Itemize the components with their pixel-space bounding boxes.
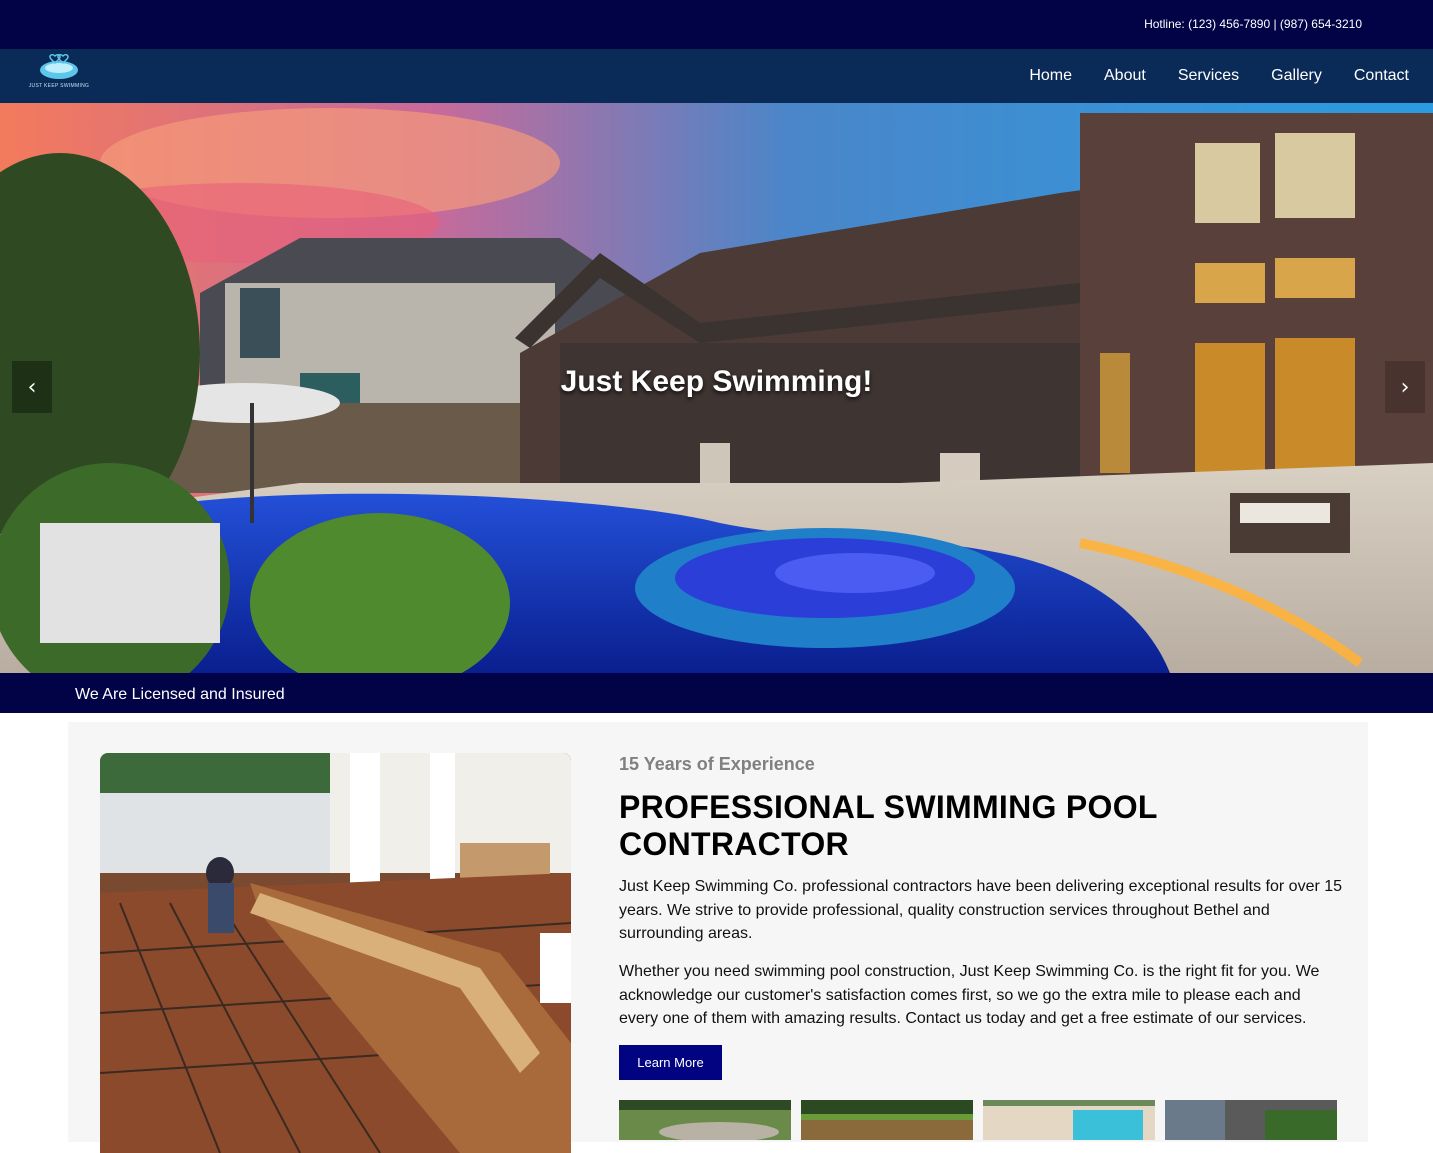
- primary-nav: Home About Services Gallery Contact: [1029, 49, 1409, 103]
- nav-about[interactable]: About: [1104, 67, 1146, 85]
- carousel-next-button[interactable]: ›: [1385, 361, 1425, 413]
- pool-heart-logo-icon: [40, 54, 78, 79]
- hotline-text: Hotline: (123) 456-7890 | (987) 654-3210: [1144, 17, 1362, 31]
- nav-home[interactable]: Home: [1029, 67, 1072, 85]
- logo-text: JUST KEEP SWIMMING: [28, 83, 90, 89]
- license-text: We Are Licensed and Insured: [75, 686, 285, 703]
- top-bar: Hotline: (123) 456-7890 | (987) 654-3210: [0, 0, 1433, 49]
- nav-services[interactable]: Services: [1178, 67, 1239, 85]
- about-section: 15 Years of Experience PROFESSIONAL SWIM…: [68, 722, 1368, 1153]
- gallery-thumbnail[interactable]: [801, 1100, 973, 1140]
- experience-kicker: 15 Years of Experience: [619, 754, 815, 774]
- chevron-right-icon: ›: [1400, 374, 1410, 400]
- gallery-thumbnail[interactable]: [619, 1100, 791, 1140]
- gallery-thumbnail[interactable]: [1165, 1100, 1337, 1140]
- gallery-thumbnails: [619, 1100, 1337, 1140]
- section-headline: PROFESSIONAL SWIMMING POOL CONTRACTOR: [619, 789, 1158, 862]
- license-banner: We Are Licensed and Insured: [0, 673, 1433, 713]
- about-paragraph-1: Just Keep Swimming Co. professional cont…: [619, 878, 1343, 942]
- chevron-left-icon: ‹: [27, 374, 37, 400]
- hero-carousel: Just Keep Swimming! ‹ ›: [0, 103, 1433, 673]
- site-logo[interactable]: JUST KEEP SWIMMING: [26, 53, 92, 99]
- gallery-thumbnail[interactable]: [983, 1100, 1155, 1140]
- learn-more-button[interactable]: Learn More: [619, 1045, 722, 1080]
- hero-title: Just Keep Swimming!: [560, 365, 873, 398]
- main-navbar: JUST KEEP SWIMMING Home About Services G…: [0, 49, 1433, 103]
- nav-gallery[interactable]: Gallery: [1271, 67, 1322, 85]
- pool-construction-photo: [100, 753, 571, 1153]
- about-paragraph-2: Whether you need swimming pool construct…: [619, 963, 1320, 1027]
- nav-contact[interactable]: Contact: [1354, 67, 1409, 85]
- carousel-prev-button[interactable]: ‹: [12, 361, 52, 413]
